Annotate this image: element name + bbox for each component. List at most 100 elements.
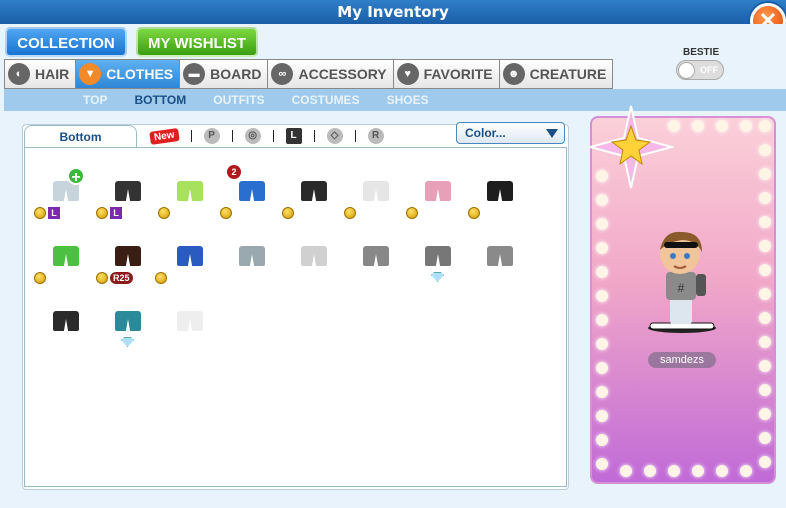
light-bulb bbox=[596, 458, 608, 470]
divider bbox=[190, 130, 192, 142]
inventory-item[interactable] bbox=[169, 175, 209, 205]
inventory-item[interactable] bbox=[45, 305, 85, 335]
tab-clothes-label: CLOTHES bbox=[106, 66, 174, 82]
light-bulb bbox=[596, 434, 608, 446]
light-bulb bbox=[759, 336, 771, 348]
r25-badge: R25 bbox=[110, 272, 133, 284]
inventory-item[interactable] bbox=[293, 240, 333, 270]
subtab-bottom[interactable]: BOTTOM bbox=[134, 89, 186, 111]
board-icon: ▬ bbox=[183, 63, 206, 85]
l-badge: L bbox=[48, 207, 60, 219]
inventory-item[interactable] bbox=[107, 305, 147, 335]
l-filter-icon[interactable]: L bbox=[285, 128, 302, 144]
inventory-item[interactable] bbox=[107, 240, 147, 270]
avatar-name: samdezs bbox=[648, 352, 716, 368]
light-bulb bbox=[759, 432, 771, 444]
inventory-item[interactable] bbox=[479, 175, 519, 205]
light-bulb bbox=[759, 216, 771, 228]
light-bulb bbox=[759, 264, 771, 276]
light-bulb bbox=[759, 120, 771, 132]
light-bulb bbox=[644, 465, 656, 477]
light-bulb bbox=[668, 465, 680, 477]
gem-filter-icon[interactable]: ◇ bbox=[326, 128, 343, 144]
l-badge: L bbox=[110, 207, 122, 219]
p-filter-icon[interactable]: P bbox=[203, 128, 220, 144]
light-bulb bbox=[596, 410, 608, 422]
bestie-toggle[interactable]: OFF bbox=[676, 60, 724, 80]
wishlist-button[interactable]: MY WISHLIST bbox=[136, 27, 258, 57]
light-bulb bbox=[759, 408, 771, 420]
light-bulb bbox=[716, 465, 728, 477]
toggle-knob bbox=[678, 62, 695, 79]
pants-icon bbox=[115, 181, 141, 201]
coin-icon bbox=[220, 207, 232, 219]
light-bulb bbox=[596, 194, 608, 206]
light-bulb bbox=[596, 218, 608, 230]
pants-icon bbox=[425, 181, 451, 201]
light-bulb bbox=[740, 465, 752, 477]
divider bbox=[231, 130, 233, 142]
light-bulb bbox=[759, 144, 771, 156]
color-dropdown-label: Color... bbox=[465, 126, 506, 140]
tab-creature[interactable]: ☻ CREATURE bbox=[498, 59, 614, 89]
pants-icon bbox=[53, 246, 79, 266]
light-bulb bbox=[740, 120, 752, 132]
inventory-item[interactable] bbox=[231, 175, 271, 205]
tab-clothes[interactable]: ▼ CLOTHES bbox=[75, 59, 180, 89]
filter-bar: New P ◎ L ◇ R bbox=[149, 126, 384, 146]
inventory-item[interactable] bbox=[355, 175, 395, 205]
coin-icon bbox=[468, 207, 480, 219]
subtab-outfits[interactable]: OUTFITS bbox=[213, 89, 264, 111]
svg-text:#: # bbox=[678, 281, 685, 295]
inventory-item[interactable] bbox=[355, 240, 395, 270]
light-bulb bbox=[692, 465, 704, 477]
filter-tab-bottom[interactable]: Bottom bbox=[24, 125, 137, 147]
inventory-item[interactable] bbox=[169, 240, 209, 270]
tab-board-label: BOARD bbox=[210, 66, 262, 82]
tab-accessory[interactable]: ∞ ACCESSORY bbox=[267, 59, 393, 89]
toggle-state: OFF bbox=[700, 65, 718, 75]
coin-icon bbox=[96, 272, 108, 284]
tab-favorite-label: FAVORITE bbox=[423, 66, 493, 82]
pants-icon bbox=[487, 181, 513, 201]
light-bulb bbox=[759, 384, 771, 396]
color-dropdown[interactable]: Color... bbox=[456, 122, 565, 144]
light-bulb bbox=[596, 314, 608, 326]
inventory-item[interactable] bbox=[169, 305, 209, 335]
light-bulb bbox=[620, 465, 632, 477]
inventory-item[interactable] bbox=[293, 175, 333, 205]
creature-icon: ☻ bbox=[502, 63, 525, 85]
pants-icon bbox=[363, 246, 389, 266]
light-bulb bbox=[596, 266, 608, 278]
add-item-icon[interactable]: + bbox=[67, 167, 85, 186]
coin-icon bbox=[406, 207, 418, 219]
inventory-item[interactable] bbox=[45, 240, 85, 270]
new-filter-badge[interactable]: New bbox=[149, 127, 180, 145]
pants-icon bbox=[53, 311, 79, 331]
inventory-item[interactable] bbox=[417, 175, 457, 205]
inventory-item[interactable] bbox=[417, 240, 457, 270]
chevron-down-icon bbox=[546, 129, 558, 138]
inventory-item[interactable] bbox=[231, 240, 271, 270]
pants-icon bbox=[177, 246, 203, 266]
subtab-costumes[interactable]: COSTUMES bbox=[292, 89, 360, 111]
collection-button[interactable]: COLLECTION bbox=[5, 27, 127, 57]
coin-icon bbox=[155, 272, 167, 284]
coin-icon bbox=[34, 272, 46, 284]
light-bulb bbox=[759, 360, 771, 372]
inventory-item[interactable] bbox=[479, 240, 519, 270]
coin-icon bbox=[282, 207, 294, 219]
tab-board[interactable]: ▬ BOARD bbox=[179, 59, 268, 89]
category-tabs: ◐ HAIR ▼ CLOTHES ▬ BOARD ∞ ACCESSORY ♥ FAVORI… bbox=[4, 59, 614, 89]
glasses-icon: ∞ bbox=[271, 63, 294, 85]
r-filter-icon[interactable]: R bbox=[367, 128, 384, 144]
subtab-shoes[interactable]: SHOES bbox=[387, 89, 429, 111]
tab-hair-label: HAIR bbox=[35, 66, 70, 82]
pants-icon bbox=[301, 246, 327, 266]
coin-filter-icon[interactable]: ◎ bbox=[244, 128, 261, 144]
tab-hair[interactable]: ◐ HAIR bbox=[4, 59, 76, 89]
pants-icon bbox=[363, 181, 389, 201]
inventory-item[interactable] bbox=[107, 175, 147, 205]
subtab-top[interactable]: TOP bbox=[83, 89, 107, 111]
tab-favorite[interactable]: ♥ FAVORITE bbox=[392, 59, 499, 89]
